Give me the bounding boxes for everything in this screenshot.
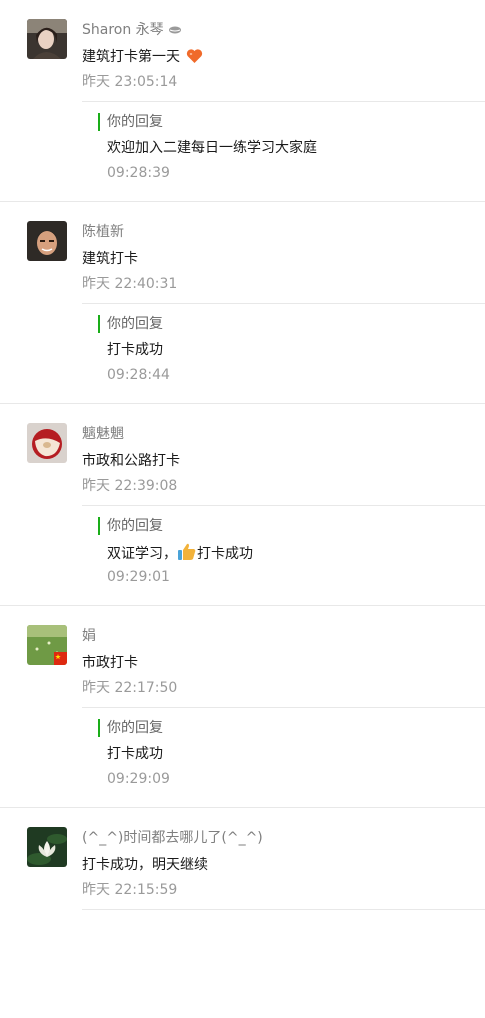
user-photo-avatar-icon (27, 19, 67, 59)
message-item[interactable]: 魑魅魍 市政和公路打卡 昨天 22:39:08 你的回复 双证学习， 打卡成功 … (0, 404, 485, 606)
sender-name: 陈植新 (82, 224, 124, 240)
message-item[interactable]: 娟 市政打卡 昨天 22:17:50 你的回复 打卡成功 09:29:09 (0, 606, 485, 808)
reply-block: 你的回复 双证学习， 打卡成功 09:29:01 (82, 505, 485, 606)
reply-label: 你的回复 (98, 517, 163, 535)
reply-text: 打卡成功 (107, 746, 163, 762)
reply-label: 你的回复 (98, 315, 163, 333)
sender-name: Sharon 永琴 (82, 20, 182, 40)
user-avatar[interactable] (27, 19, 67, 59)
user-photo-avatar-icon (27, 221, 67, 261)
grass-flag-avatar-icon (27, 625, 67, 665)
message-time: 昨天 22:15:59 (82, 882, 178, 898)
message-item[interactable]: (^_^)时间都去哪儿了(^_^) 打卡成功，明天继续 昨天 22:15:59 (0, 808, 485, 1018)
user-avatar[interactable] (27, 625, 67, 665)
user-avatar[interactable] (27, 827, 67, 867)
reply-text: 双证学习， 打卡成功 (107, 542, 253, 564)
reply-block: 你的回复 打卡成功 09:29:09 (82, 707, 485, 808)
message-text: 建筑打卡第一天 (82, 47, 203, 67)
thumbs-up-icon (178, 543, 196, 560)
lips-icon (169, 26, 182, 34)
sender-name: 娟 (82, 628, 96, 644)
lotus-avatar-icon (27, 827, 67, 867)
user-avatar[interactable] (27, 423, 67, 463)
reply-block: 你的回复 打卡成功 09:28:44 (82, 303, 485, 404)
message-text: 市政和公路打卡 (82, 453, 180, 469)
message-text: 打卡成功，明天继续 (82, 857, 208, 873)
message-text-content: 建筑打卡第一天 (82, 49, 180, 65)
message-text: 市政打卡 (82, 655, 138, 671)
message-item[interactable]: Sharon 永琴 建筑打卡第一天 昨天 23:05:14 你的回复 欢迎加入二… (0, 0, 485, 202)
message-time: 昨天 22:40:31 (82, 276, 178, 292)
message-time: 昨天 23:05:14 (82, 74, 178, 90)
apple-avatar-icon (27, 423, 67, 463)
sender-name: (^_^)时间都去哪儿了(^_^) (82, 830, 263, 846)
sender-name: 魑魅魍 (82, 426, 124, 442)
message-item[interactable]: 陈植新 建筑打卡 昨天 22:40:31 你的回复 打卡成功 09:28:44 (0, 202, 485, 404)
sender-name-text: Sharon 永琴 (82, 22, 164, 38)
reply-text: 打卡成功 (107, 342, 163, 358)
reply-time: 09:28:44 (107, 367, 170, 383)
reply-text-before: 双证学习， (107, 546, 177, 562)
heart-icon (187, 49, 203, 63)
message-text: 建筑打卡 (82, 251, 138, 267)
message-time: 昨天 22:39:08 (82, 478, 178, 494)
divider (82, 909, 485, 910)
reply-label: 你的回复 (98, 719, 163, 737)
reply-block: 你的回复 欢迎加入二建每日一练学习大家庭 09:28:39 (82, 101, 485, 202)
reply-time: 09:28:39 (107, 165, 170, 181)
user-avatar[interactable] (27, 221, 67, 261)
reply-text-after: 打卡成功 (197, 546, 253, 562)
message-time: 昨天 22:17:50 (82, 680, 178, 696)
reply-text: 欢迎加入二建每日一练学习大家庭 (107, 140, 317, 156)
reply-time: 09:29:09 (107, 771, 170, 787)
reply-label: 你的回复 (98, 113, 163, 131)
reply-time: 09:29:01 (107, 569, 170, 585)
